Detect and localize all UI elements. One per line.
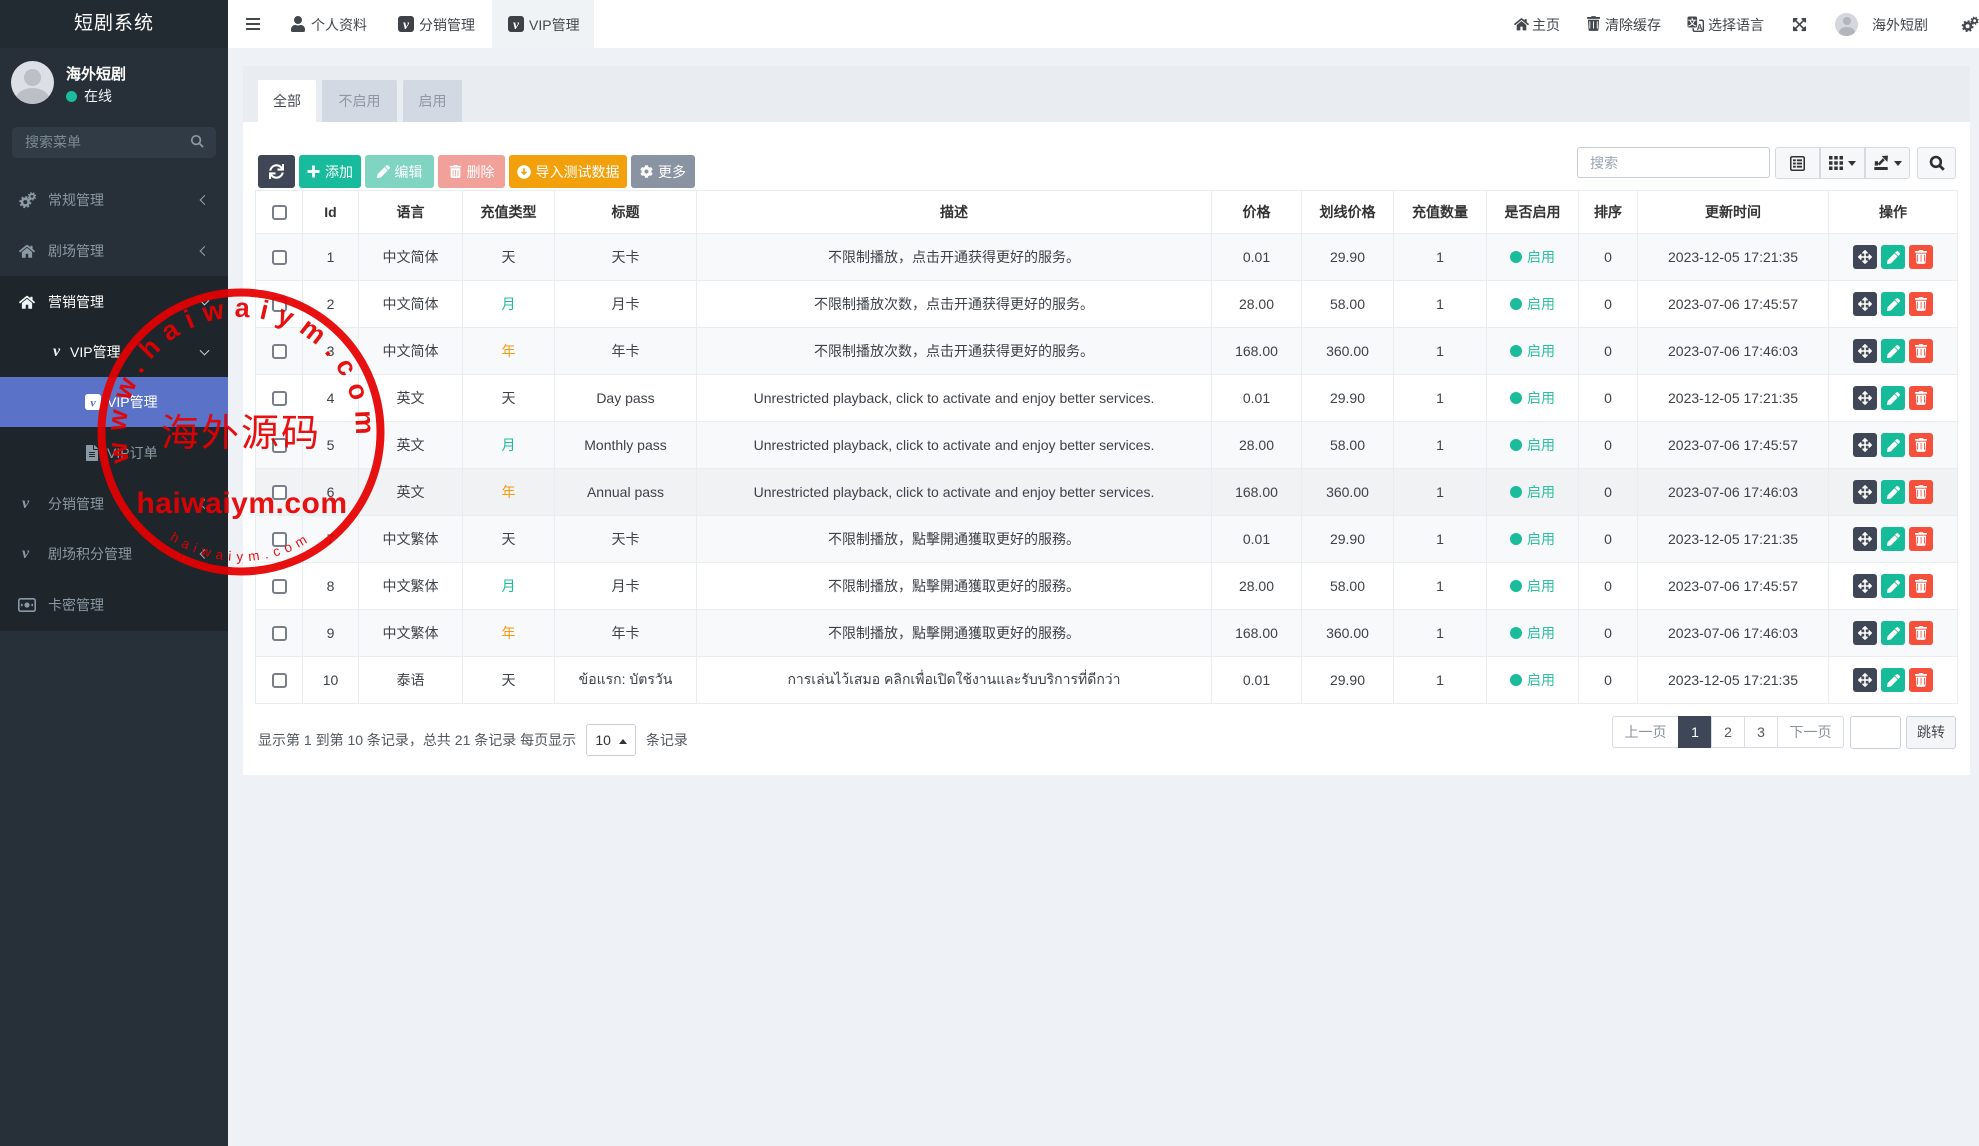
svg-text:文: 文 bbox=[1688, 17, 1697, 27]
svg-text:A: A bbox=[1697, 23, 1703, 32]
svg-text:v: v bbox=[90, 396, 96, 410]
svg-text:v: v bbox=[513, 17, 520, 32]
svg-text:v: v bbox=[403, 17, 410, 32]
